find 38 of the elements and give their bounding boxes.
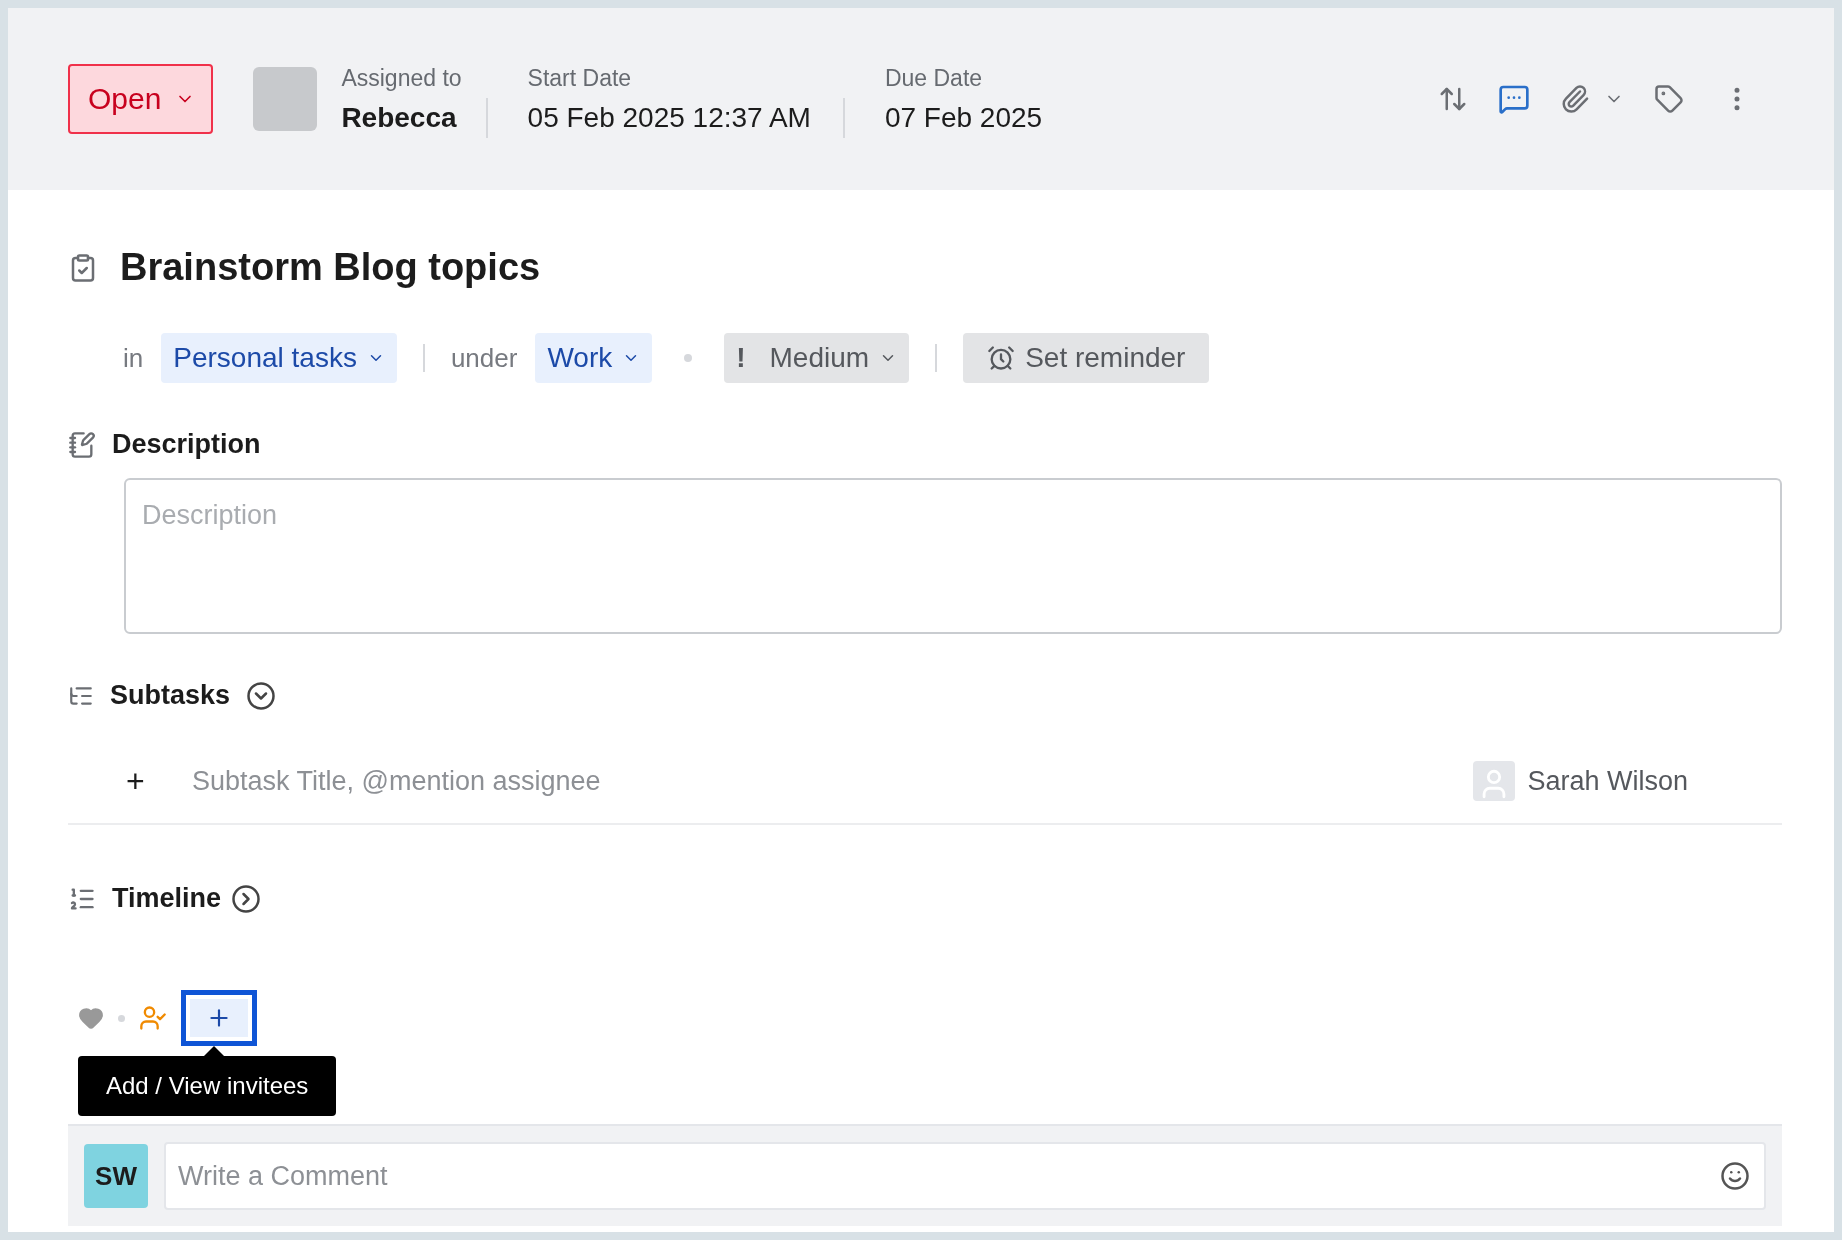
heart-icon[interactable] bbox=[78, 1005, 104, 1031]
in-label: in bbox=[123, 342, 144, 374]
add-invitee-button[interactable] bbox=[181, 990, 257, 1046]
priority-dropdown[interactable]: ! Medium bbox=[724, 333, 910, 383]
field-label: Start Date bbox=[527, 64, 633, 92]
separator-dot bbox=[684, 354, 693, 362]
paperclip-icon[interactable] bbox=[1560, 84, 1590, 114]
user-check-icon[interactable] bbox=[139, 1004, 167, 1032]
notes-icon bbox=[68, 430, 96, 459]
emoji-icon[interactable] bbox=[1720, 1161, 1750, 1191]
user-avatar: SW bbox=[84, 1144, 148, 1208]
start-date-value[interactable]: 05 Feb 2025 12:37 AM bbox=[527, 101, 811, 134]
tooltip: Add / View invitees bbox=[78, 1056, 337, 1116]
status-dropdown[interactable]: Open bbox=[68, 64, 214, 134]
comment-icon[interactable] bbox=[1498, 83, 1530, 115]
list-dropdown[interactable]: Personal tasks bbox=[161, 333, 397, 383]
subtask-assignee[interactable]: Sarah Wilson bbox=[1527, 765, 1688, 797]
tag-icon[interactable] bbox=[1654, 84, 1684, 114]
due-date-value[interactable]: 07 Feb 2025 bbox=[884, 101, 1043, 134]
photo-placeholder bbox=[253, 67, 318, 131]
comment-field[interactable]: Write a Comment bbox=[164, 1142, 1766, 1210]
field-label: Assigned to bbox=[341, 64, 462, 92]
assignee-name[interactable]: Rebecca bbox=[341, 101, 462, 134]
separator-dot bbox=[118, 1014, 125, 1022]
section-heading: Subtasks bbox=[110, 680, 231, 711]
task-title[interactable]: Brainstorm Blog topics bbox=[120, 246, 541, 289]
add-subtask-icon[interactable]: + bbox=[126, 762, 190, 800]
category-dropdown[interactable]: Work bbox=[535, 333, 653, 383]
reminder-button[interactable]: Set reminder bbox=[963, 333, 1210, 383]
field-label: Due Date bbox=[884, 64, 984, 92]
user-silhouette-icon bbox=[1473, 761, 1516, 801]
expand-icon[interactable] bbox=[246, 680, 277, 711]
section-heading: Description bbox=[112, 429, 261, 460]
section-heading: Timeline bbox=[112, 883, 222, 914]
expand-icon[interactable] bbox=[231, 883, 262, 914]
under-label: under bbox=[450, 342, 518, 374]
description-field[interactable]: Description bbox=[124, 478, 1782, 634]
alarm-clock-icon bbox=[987, 344, 1016, 372]
